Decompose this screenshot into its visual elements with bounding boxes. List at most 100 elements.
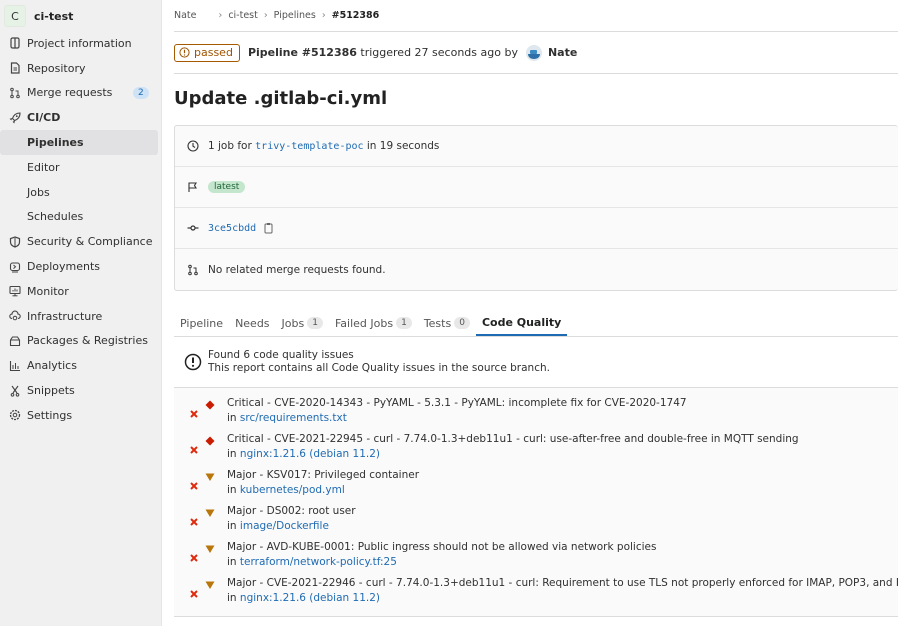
breadcrumb: Nate › ci-test › Pipelines › #512386 [174, 0, 898, 32]
sidebar-item-pipelines[interactable]: Pipelines [0, 130, 158, 155]
new-issue-x-icon [190, 482, 198, 490]
warning-circle-icon [179, 47, 190, 58]
breadcrumb-item-project[interactable]: ci-test [228, 10, 258, 21]
new-issue-x-icon [190, 446, 198, 454]
sidebar-item-settings[interactable]: Settings [0, 403, 161, 428]
issue-description: Major - AVD-KUBE-0001: Public ingress sh… [227, 541, 657, 553]
no-merge-requests-text: No related merge requests found. [208, 263, 386, 276]
sidebar-item-label: CI/CD [27, 111, 61, 125]
sidebar-item-label: Merge requests [27, 86, 113, 100]
monitor-icon [9, 285, 21, 297]
project-header[interactable]: C ci-test [0, 1, 161, 31]
sidebar-item-analytics[interactable]: Analytics [0, 353, 161, 378]
tab-tests[interactable]: Tests 0 [418, 310, 476, 336]
tab-needs[interactable]: Needs [229, 310, 275, 336]
issue-file-link[interactable]: nginx:1.21.6 (debian 11.2) [240, 448, 380, 460]
sidebar-item-monitor[interactable]: Monitor [0, 279, 161, 304]
new-issue-x-icon [190, 554, 198, 562]
sidebar-nav: Project information Repository Merge req… [0, 31, 161, 428]
sidebar-item-label: Jobs [27, 185, 50, 199]
sidebar-item-editor[interactable]: Editor [0, 155, 161, 180]
commit-sha-link[interactable]: 3ce5cbdd [208, 223, 256, 234]
breadcrumb-current[interactable]: #512386 [332, 10, 380, 21]
issue-location: in image/Dockerfile [227, 519, 356, 534]
sidebar-item-label: Security & Compliance [27, 235, 153, 249]
breadcrumb-item-pipelines[interactable]: Pipelines [274, 10, 316, 21]
tab-label: Pipeline [180, 316, 224, 330]
sidebar-item-merge-requests[interactable]: Merge requests 2 [0, 81, 161, 106]
sidebar-item-repository[interactable]: Repository [0, 56, 161, 81]
sidebar-item-label: Project information [27, 36, 132, 50]
breadcrumb-separator: › [321, 10, 326, 21]
merge-request-icon [187, 264, 199, 276]
summary-title: Found 6 code quality issues [208, 349, 354, 361]
code-quality-issue: Critical - CVE-2021-22945 - curl - 7.74.… [174, 432, 898, 468]
tab-label: Failed Jobs [334, 316, 394, 330]
sidebar-item-deployments[interactable]: Deployments [0, 254, 161, 279]
new-issue-x-icon [190, 518, 198, 526]
severity-major-icon [205, 581, 215, 589]
code-quality-issue: Major - DS002: root user in image/Docker… [174, 504, 898, 540]
project-info-icon [9, 37, 21, 49]
issue-location: in kubernetes/pod.yml [227, 483, 419, 498]
sidebar-item-security-compliance[interactable]: Security & Compliance [0, 229, 161, 254]
project-name[interactable]: ci-test [34, 10, 73, 23]
tab-label: Code Quality [481, 315, 562, 329]
copy-icon[interactable] [264, 222, 274, 234]
sidebar-item-snippets[interactable]: Snippets [0, 378, 161, 403]
status-label: passed [194, 46, 233, 59]
avatar[interactable] [525, 44, 542, 61]
pipeline-info-box: 1 job for trivy-template-poc in 19 secon… [174, 125, 898, 291]
severity-major-icon [205, 509, 215, 517]
severity-major-icon [205, 545, 215, 553]
summary-description: This report contains all Code Quality is… [208, 362, 550, 374]
main-content: Nate › ci-test › Pipelines › #512386 pas… [174, 0, 898, 617]
cloud-icon [9, 310, 21, 322]
warning-circle-icon [184, 353, 202, 371]
merge-request-icon [9, 87, 21, 99]
tab-jobs[interactable]: Jobs 1 [276, 310, 329, 336]
sidebar-item-cicd[interactable]: CI/CD [0, 105, 161, 130]
issue-file-link[interactable]: image/Dockerfile [240, 520, 329, 532]
severity-critical-icon [205, 436, 215, 446]
tab-count-badge: 1 [307, 317, 323, 329]
jobs-count-text: 1 job for [208, 140, 252, 152]
tab-pipeline[interactable]: Pipeline [174, 310, 229, 336]
issue-file-link[interactable]: terraform/network-policy.tf:25 [240, 556, 397, 568]
author-name[interactable]: Nate [548, 46, 577, 59]
issue-file-link[interactable]: nginx:1.21.6 (debian 11.2) [240, 592, 380, 604]
issue-location: in src/requirements.txt [227, 411, 687, 426]
branch-link[interactable]: trivy-template-poc [255, 141, 363, 152]
jobs-info-row: 1 job for trivy-template-poc in 19 secon… [175, 126, 898, 167]
issue-file-link[interactable]: src/requirements.txt [240, 412, 347, 424]
sidebar: C ci-test Project information Repository… [0, 0, 162, 626]
sidebar-item-schedules[interactable]: Schedules [0, 205, 161, 230]
code-quality-summary: Found 6 code quality issues This report … [174, 337, 898, 388]
breadcrumb-item-nate[interactable]: Nate [174, 10, 197, 21]
pipeline-header: passed Pipeline #512386 triggered 27 sec… [174, 32, 898, 74]
tab-failed-jobs[interactable]: Failed Jobs 1 [329, 310, 418, 336]
merge-requests-count-badge: 2 [133, 86, 149, 99]
page-title: Update .gitlab-ci.yml [174, 88, 388, 109]
tab-count-badge: 0 [454, 317, 470, 329]
issue-file-link[interactable]: kubernetes/pod.yml [240, 484, 345, 496]
sidebar-item-jobs[interactable]: Jobs [0, 180, 161, 205]
severity-critical-icon [205, 400, 215, 410]
duration-text: in 19 seconds [366, 140, 440, 152]
sidebar-item-label: Infrastructure [27, 309, 103, 323]
location-prefix: in [227, 592, 237, 604]
code-quality-issue: Critical - CVE-2020-14343 - PyYAML - 5.3… [174, 396, 898, 432]
sidebar-item-infrastructure[interactable]: Infrastructure [0, 304, 161, 329]
tab-code-quality[interactable]: Code Quality [475, 310, 568, 336]
sidebar-item-label: Editor [27, 160, 60, 174]
code-quality-issue: Major - CVE-2021-22946 - curl - 7.74.0-1… [174, 576, 898, 612]
sidebar-item-label: Repository [27, 61, 86, 75]
deployments-icon [9, 261, 21, 273]
sidebar-item-packages-registries[interactable]: Packages & Registries [0, 329, 161, 354]
status-badge[interactable]: passed [174, 43, 240, 62]
rocket-icon [9, 112, 21, 124]
snippet-icon [9, 385, 21, 397]
sidebar-item-project-information[interactable]: Project information [0, 31, 161, 56]
new-issue-x-icon [190, 410, 198, 418]
shield-icon [9, 236, 21, 248]
